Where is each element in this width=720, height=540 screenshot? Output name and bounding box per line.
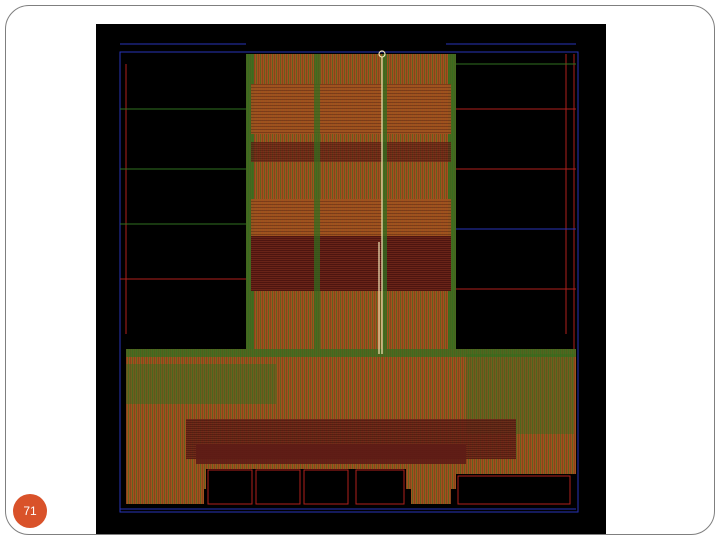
chip-layout-drawing (119, 43, 579, 513)
bottom-right-leg (411, 464, 451, 504)
chip-layout-image (96, 24, 606, 534)
slide-number-badge: 71 (13, 494, 47, 528)
bottom-left-leg (126, 464, 204, 504)
dense-routing-band (251, 236, 451, 291)
